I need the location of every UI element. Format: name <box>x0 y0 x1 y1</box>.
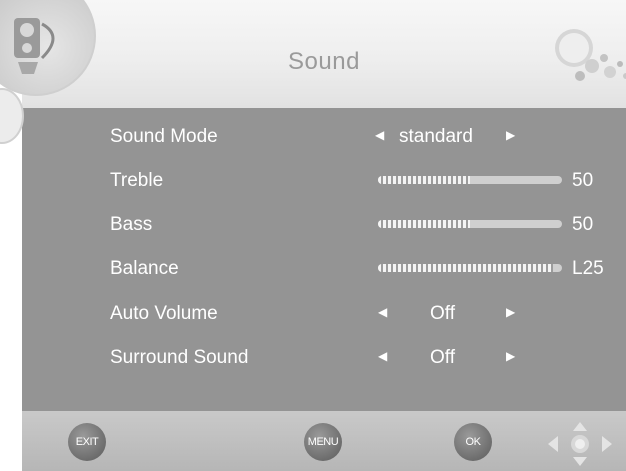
row-label: Auto Volume <box>110 303 218 324</box>
menu-button[interactable]: MENU <box>304 423 342 461</box>
menu-row-auto-volume[interactable]: Auto Volume ◀ Off ▶ <box>110 297 626 331</box>
speaker-logo-icon <box>0 0 96 96</box>
balance-value: L25 <box>572 258 604 279</box>
triangle-left-icon[interactable]: ◀ <box>378 349 387 363</box>
treble-slider-fill <box>378 176 470 184</box>
page-title: Sound <box>288 48 360 75</box>
sound-mode-value: standard <box>399 126 473 147</box>
bass-value: 50 <box>572 214 594 235</box>
triangle-right-icon[interactable]: ▶ <box>506 349 515 363</box>
treble-slider[interactable] <box>378 176 562 184</box>
balance-slider[interactable] <box>378 264 562 272</box>
bass-slider-fill <box>378 220 470 228</box>
balance-slider-fill <box>378 264 553 272</box>
row-label: Balance <box>110 258 179 279</box>
row-label: Surround Sound <box>110 347 249 368</box>
title-band: Sound <box>22 0 626 108</box>
triangle-left-icon[interactable]: ◀ <box>375 128 384 142</box>
osd-panel: Sound Sound Mode ◀ standard ▶ Treble 50 … <box>22 0 626 471</box>
dpad-icon <box>548 422 612 466</box>
ok-button[interactable]: OK <box>454 423 492 461</box>
auto-volume-value: Off <box>430 303 455 324</box>
surround-sound-value: Off <box>430 347 455 368</box>
menu-row-bass[interactable]: Bass 50 <box>110 208 626 242</box>
treble-value: 50 <box>572 170 594 191</box>
bass-slider[interactable] <box>378 220 562 228</box>
triangle-right-icon[interactable]: ▶ <box>506 305 515 319</box>
menu-row-surround-sound[interactable]: Surround Sound ◀ Off ▶ <box>110 341 626 375</box>
menu-row-treble[interactable]: Treble 50 <box>110 164 626 198</box>
exit-button[interactable]: EXIT <box>68 423 106 461</box>
menu-row-balance[interactable]: Balance L25 <box>110 252 626 286</box>
menu-row-sound-mode[interactable]: Sound Mode ◀ standard ▶ <box>110 120 626 154</box>
bubbles-icon <box>555 29 626 81</box>
row-label: Bass <box>110 214 153 235</box>
triangle-left-icon[interactable]: ◀ <box>378 305 387 319</box>
triangle-right-icon[interactable]: ▶ <box>506 128 515 142</box>
row-label: Sound Mode <box>110 126 218 147</box>
logo-side-ornament <box>0 88 24 144</box>
row-label: Treble <box>110 170 164 191</box>
